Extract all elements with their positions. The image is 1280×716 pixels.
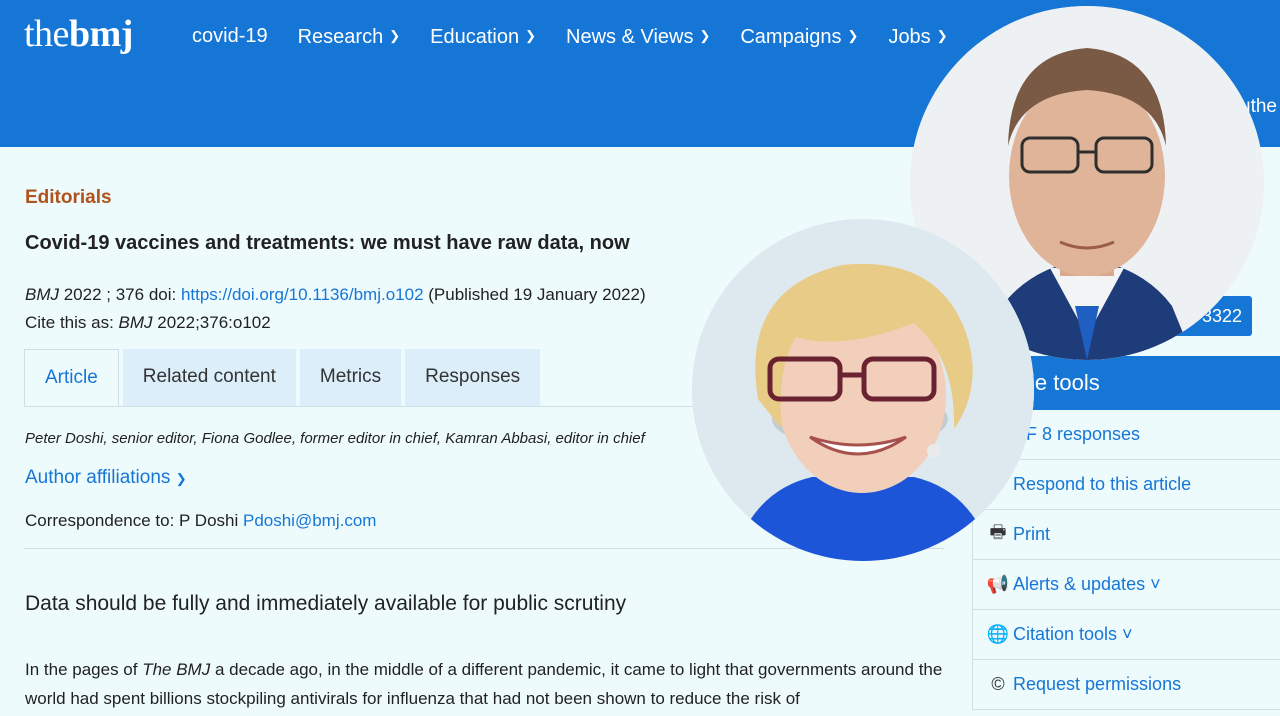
logo-bold: bmj (68, 13, 133, 55)
chevron-down-icon: ❯ (389, 28, 401, 43)
chevron-down-icon: ❯ (847, 28, 859, 43)
nav-jobs[interactable]: Jobs ❯ (888, 22, 947, 51)
article-body: In the pages of The BMJ a decade ago, in… (25, 655, 945, 713)
correspondence-email[interactable]: Pdoshi@bmj.com (243, 511, 376, 530)
article-title: Covid-19 vaccines and treatments: we mus… (25, 232, 630, 254)
tool-label: Print (1013, 524, 1051, 544)
body-text-1: In the pages of (25, 660, 143, 679)
tab-metrics[interactable]: Metrics (299, 349, 402, 407)
doi-link[interactable]: https://doi.org/10.1136/bmj.o102 (181, 285, 424, 304)
globe-icon: 🌐 (986, 624, 1010, 644)
chevron-down-icon: ❯ (936, 28, 948, 43)
author-list: Peter Doshi, senior editor, Fiona Godlee… (25, 430, 645, 447)
tab-related-content[interactable]: Related content (122, 349, 296, 407)
nav-label: covid-19 (192, 25, 268, 47)
portrait-woman-image (692, 219, 1034, 561)
correspondence-label: Correspondence to: P Doshi (25, 511, 243, 530)
tab-responses[interactable]: Responses (405, 349, 541, 407)
tool-respond[interactable]: ↩Respond to this article (972, 460, 1280, 510)
tool-print[interactable]: 🖶 Print (972, 510, 1280, 560)
published-date: (Published 19 January 2022) (423, 285, 646, 304)
tool-label: Alerts & updates ˅ (1013, 574, 1161, 594)
tool-label: DF 8 responses (1013, 424, 1141, 444)
tool-label: Citation tools ˅ (1013, 624, 1133, 644)
tool-citation[interactable]: 🌐 Citation tools ˅ (972, 610, 1280, 660)
tool-label: Respond to this article (1013, 474, 1192, 494)
affiliations-label: Author affiliations (25, 467, 171, 488)
portrait-photo-woman (692, 219, 1034, 561)
tool-permissions[interactable]: © Request permissions (972, 660, 1280, 710)
nav-label: Jobs (888, 26, 931, 48)
tab-article[interactable]: Article (24, 349, 119, 407)
logo-thin: the (24, 13, 69, 55)
nav-campaigns[interactable]: Campaigns ❯ (740, 22, 858, 51)
cite-journal: BMJ (118, 313, 153, 332)
megaphone-icon: 📢 (986, 574, 1010, 594)
nav-label: Education (430, 26, 520, 48)
citation-block: BMJ 2022 ; 376 doi: https://doi.org/10.1… (25, 281, 646, 337)
chevron-down-icon: ❯ (525, 28, 536, 43)
nav-education[interactable]: Education ❯ (430, 22, 536, 51)
nav-label: Research (297, 26, 384, 48)
article-standfirst: Data should be fully and immediately ava… (25, 592, 627, 615)
nav-news-views[interactable]: News & Views ❯ (566, 22, 710, 51)
nav-label: Campaigns (740, 26, 842, 48)
volume: 2022 ; 376 (59, 285, 149, 304)
body-italic: The BMJ (142, 660, 211, 679)
nav-label: News & Views (566, 26, 694, 48)
nav-covid19[interactable]: covid-19 (192, 22, 268, 51)
cite-label: Cite this as: (25, 313, 119, 332)
print-icon: 🖶 (989, 521, 1007, 542)
author-affiliations-toggle[interactable]: Author affiliations ❯ (25, 467, 187, 489)
copyright-icon: © (991, 674, 1005, 694)
journal-name: BMJ (25, 285, 59, 304)
main-nav: covid-19 Research ❯ Education ❯ News & Vie… (192, 22, 978, 51)
cite-reference: 2022;376:o102 (152, 313, 271, 332)
chevron-down-icon: ❯ (699, 28, 711, 43)
chevron-down-icon: ❯ (175, 471, 187, 486)
nav-research[interactable]: Research ❯ (298, 22, 401, 51)
tool-alerts[interactable]: 📢 Alerts & updates ˅ (972, 560, 1280, 610)
tool-label: Request permissions (1013, 674, 1182, 694)
article-tabs: Article Related content Metrics Response… (24, 349, 544, 407)
bmj-logo[interactable]: thebmj (24, 10, 133, 58)
section-label[interactable]: Editorials (25, 187, 112, 209)
doi-label: doi: (148, 285, 181, 304)
correspondence: Correspondence to: P Doshi Pdoshi@bmj.co… (25, 511, 376, 531)
